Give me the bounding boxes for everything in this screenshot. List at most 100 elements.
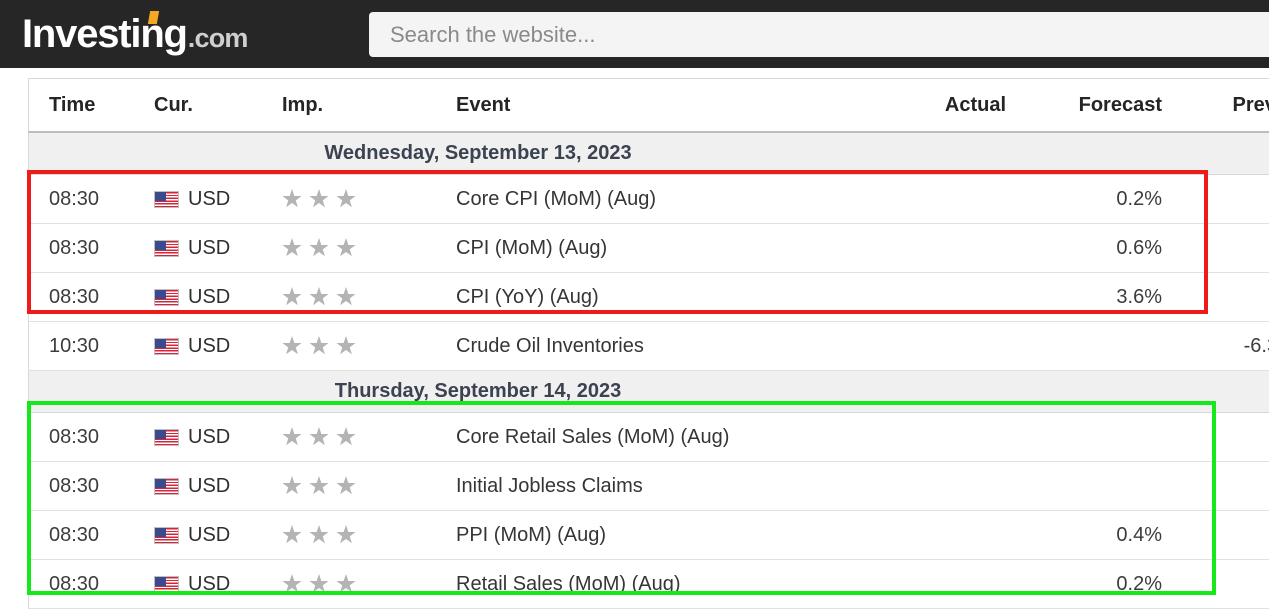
cell-previous: 1.0% <box>1172 413 1269 462</box>
calendar-date-label: Thursday, September 14, 2023 <box>29 371 1269 413</box>
us-flag-icon <box>154 289 179 306</box>
cell-forecast: 0.6% <box>1014 224 1172 273</box>
table-body: Wednesday, September 13, 202308:30USDCor… <box>29 132 1269 609</box>
economic-calendar-table: Time Cur. Imp. Event Actual Forecast Pre… <box>28 78 1269 609</box>
column-header-actual[interactable]: Actual <box>856 79 1014 133</box>
column-header-previous[interactable]: Previous <box>1172 79 1269 133</box>
search-input[interactable] <box>369 12 1269 57</box>
star-icon <box>282 525 302 545</box>
cell-time: 08:30 <box>29 175 155 224</box>
star-icon <box>282 476 302 496</box>
cell-previous: 0.2% <box>1172 175 1269 224</box>
currency-label: USD <box>188 335 230 358</box>
currency-label: USD <box>188 573 230 596</box>
cell-actual <box>856 224 1014 273</box>
cell-event-name[interactable]: CPI (MoM) (Aug) <box>427 224 856 273</box>
importance-rating <box>282 238 427 258</box>
currency-label: USD <box>188 237 230 260</box>
cell-importance[interactable] <box>282 413 427 462</box>
logo-wordmark: Investing <box>22 12 187 57</box>
column-header-currency[interactable]: Cur. <box>154 79 282 133</box>
site-header: Investing .com <box>0 0 1269 68</box>
cell-event-name[interactable]: Retail Sales (MoM) (Aug) <box>427 560 856 609</box>
star-icon <box>282 189 302 209</box>
us-flag-icon <box>154 478 179 495</box>
cell-importance[interactable] <box>282 273 427 322</box>
table-row[interactable]: 08:30USDPPI (MoM) (Aug)0.4%0.3% <box>29 511 1269 560</box>
table-head: Time Cur. Imp. Event Actual Forecast Pre… <box>29 79 1269 133</box>
table-row[interactable]: 08:30USDCPI (MoM) (Aug)0.6%0.2% <box>29 224 1269 273</box>
us-flag-icon <box>154 240 179 257</box>
cell-time: 08:30 <box>29 560 155 609</box>
star-icon <box>336 287 356 307</box>
economic-calendar: Time Cur. Imp. Event Actual Forecast Pre… <box>28 78 1249 609</box>
star-icon <box>282 287 302 307</box>
cell-forecast <box>1014 413 1172 462</box>
table-row[interactable]: 08:30 USD Retail Sales (MoM) (Aug) 0.2%0.7% <box>29 560 1269 609</box>
cell-currency: USD <box>154 413 282 462</box>
cell-currency: USD <box>154 462 282 511</box>
cell-event-name[interactable]: Initial Jobless Claims <box>427 462 856 511</box>
star-icon <box>336 476 356 496</box>
currency-label: USD <box>188 188 230 211</box>
cell-forecast <box>1014 322 1172 371</box>
cell-forecast: 0.2% <box>1014 175 1172 224</box>
star-icon <box>282 238 302 258</box>
star-icon <box>309 336 329 356</box>
currency-label: USD <box>188 286 230 309</box>
column-header-importance[interactable]: Imp. <box>282 79 427 133</box>
column-header-time[interactable]: Time <box>29 79 155 133</box>
cell-event-name[interactable]: Core CPI (MoM) (Aug) <box>427 175 856 224</box>
cell-importance[interactable] <box>282 175 427 224</box>
cell-forecast: 0.4% <box>1014 511 1172 560</box>
us-flag-icon <box>154 527 179 544</box>
table-row[interactable]: 10:30USDCrude Oil Inventories-6.307M <box>29 322 1269 371</box>
cell-time: 08:30 <box>29 413 155 462</box>
cell-actual <box>856 322 1014 371</box>
table-row[interactable]: 08:30USDInitial Jobless Claims216K <box>29 462 1269 511</box>
cell-event-name[interactable]: Core Retail Sales (MoM) (Aug) <box>427 413 856 462</box>
star-icon <box>309 189 329 209</box>
cell-event-name[interactable]: CPI (YoY) (Aug) <box>427 273 856 322</box>
cell-importance[interactable] <box>282 462 427 511</box>
table-row[interactable]: 08:30USDCPI (YoY) (Aug)3.6%3.2% <box>29 273 1269 322</box>
cell-previous: 216K <box>1172 462 1269 511</box>
table-header-row: Time Cur. Imp. Event Actual Forecast Pre… <box>29 79 1269 133</box>
star-icon <box>309 574 329 594</box>
cell-previous: 0.7% <box>1172 560 1269 609</box>
cell-currency: USD <box>154 273 282 322</box>
cell-event-name[interactable]: PPI (MoM) (Aug) <box>427 511 856 560</box>
star-icon <box>336 336 356 356</box>
importance-rating <box>282 476 427 496</box>
column-header-event[interactable]: Event <box>427 79 856 133</box>
star-icon <box>336 189 356 209</box>
investing-com-logo[interactable]: Investing .com <box>22 12 248 57</box>
importance-rating <box>282 525 427 545</box>
importance-rating <box>282 336 427 356</box>
table-row[interactable]: 08:30USD Core Retail Sales (MoM) (Aug) 1.0… <box>29 413 1269 462</box>
cell-event-name[interactable]: Crude Oil Inventories <box>427 322 856 371</box>
star-icon <box>336 525 356 545</box>
cell-importance[interactable] <box>282 224 427 273</box>
star-icon <box>336 427 356 447</box>
cell-importance[interactable] <box>282 322 427 371</box>
cell-importance[interactable] <box>282 511 427 560</box>
cell-previous: 0.2% <box>1172 224 1269 273</box>
calendar-date-separator: Thursday, September 14, 2023 <box>29 371 1269 413</box>
cell-forecast: 0.2% <box>1014 560 1172 609</box>
cell-actual <box>856 462 1014 511</box>
star-icon <box>336 574 356 594</box>
star-icon <box>282 574 302 594</box>
cell-importance[interactable] <box>282 560 427 609</box>
table-row[interactable]: 08:30 USD Core CPI (MoM) (Aug) 0.2%0.2% <box>29 175 1269 224</box>
us-flag-icon <box>154 429 179 446</box>
cell-currency: USD <box>154 511 282 560</box>
us-flag-icon <box>154 576 179 593</box>
star-icon <box>309 476 329 496</box>
cell-actual <box>856 560 1014 609</box>
cell-actual <box>856 273 1014 322</box>
star-icon <box>309 427 329 447</box>
calendar-date-label: Wednesday, September 13, 2023 <box>29 132 1269 175</box>
star-icon <box>309 287 329 307</box>
column-header-forecast[interactable]: Forecast <box>1014 79 1172 133</box>
